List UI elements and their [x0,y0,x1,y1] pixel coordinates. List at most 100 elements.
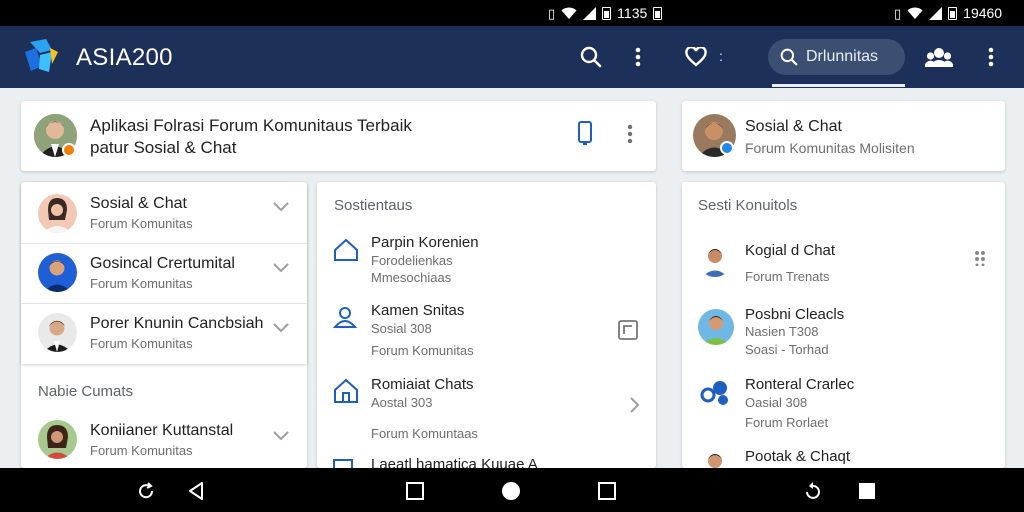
list-item[interactable]: Koniianer Kuttanstal Forum Komunitas [21,414,307,468]
home-icon [333,459,353,468]
search-pill-icon [780,48,798,66]
list-item-line3: Mmesochiaas [371,270,452,285]
profile-title: Sosial & Chat [745,118,842,135]
refresh-icon [139,482,154,499]
profile-subtitle: Forum Komunitas Molisiten [745,140,915,156]
chevron-down-icon[interactable] [273,263,289,273]
list-item-subtitle: Forum Komunitas [90,276,193,291]
status-badge [62,143,76,157]
home-circle-icon [502,482,520,500]
avatar [698,448,732,468]
rotate-button[interactable] [802,480,824,502]
search-field[interactable]: Drlunnitas [768,39,905,75]
list-item-line3: Soasi - Torhad [745,342,829,357]
list-item[interactable]: Pootak & Chaqt [682,446,1005,468]
list-item-subtitle: Forum Komunitas [90,216,193,231]
section-heading: Nabie Cumats [38,383,134,400]
recents-button[interactable] [596,480,618,502]
status-badge [720,141,734,155]
vibrate-icon-right: ▯ [894,5,902,21]
favorites-button[interactable] [683,43,709,71]
expand-square-icon[interactable] [618,320,638,340]
search-icon [580,46,602,68]
list-item[interactable]: Kogial d Chat Forum Trenats [682,237,1005,293]
home-icon [334,378,358,403]
avatar [38,313,77,352]
phone-icon[interactable] [577,120,593,146]
battery-icon-2 [653,6,663,20]
heart-suffix: : [719,48,723,64]
group-chat-icon [700,381,728,405]
more-vert-icon-header[interactable] [627,124,633,144]
list-item-title: Porer Knunin Cancbsiah [90,315,264,332]
right-list-card: Sesti Konuitols Kogial d Chat Forum Tren… [682,182,1005,468]
app-title: ASIA200 [76,44,173,71]
refresh-button[interactable] [135,480,157,502]
list-item-title: Gosincal Crertumital [90,255,235,272]
status-bar: ▯ 1135 ▯ 19460 [0,0,1024,26]
wifi-icon-right [907,7,923,19]
list-item-line2: Sosial 308 [371,321,432,336]
list-item[interactable]: Sosial & Chat Forum Komunitas [21,182,307,242]
square-icon [406,482,424,500]
signal-icon-right [929,6,943,20]
list-item[interactable]: Porer Knunin Cancbsiah Forum Komunitas [21,304,307,362]
list-item-title: Kamen Snitas [371,302,465,319]
list-item-line2: Forodelienkas [371,253,453,268]
search-field-label: Drlunnitas [806,48,879,65]
overflow-menu-button-2[interactable] [978,43,1004,71]
list-item-line3: Forum Komuntaas [371,426,478,441]
status-group-left: ▯ 1135 [548,0,663,26]
chevron-down-icon[interactable] [273,202,289,212]
chevron-down-icon[interactable] [273,431,289,441]
list-item-line3: Forum Rorlaet [745,415,829,430]
wifi-icon [561,7,577,19]
status-time-left: 1135 [617,5,648,21]
list-item[interactable]: Ronteral Crarlec Oasial 308 Forum Rorlae… [682,375,1005,435]
group-icon [925,48,953,67]
section-heading: Sesti Konuitols [698,197,798,214]
list-item-title: Romiaiat Chats [371,376,474,393]
search-button[interactable] [578,43,604,71]
back-button[interactable] [185,480,207,502]
battery-icon-right [948,6,958,20]
list-item[interactable]: Posbni Cleacls Nasien T308 Soasi - Torha… [682,303,1005,363]
user-icon [333,307,357,328]
status-time-right: 19460 [963,5,1003,21]
list-item-title: Laeatl hamatica Kuuae A [371,458,538,468]
battery-icon [602,6,612,20]
back-icon [189,482,203,500]
navigation-bar [0,468,1024,512]
list-item-line2: Nasien T308 [745,324,819,339]
overflow-menu-button[interactable] [625,43,651,71]
list-item-line3: Forum Komunitas [371,343,474,358]
stop-button[interactable] [856,480,878,502]
left-list-card: Sosial & Chat Forum Komunitas Gosincal C… [21,182,307,468]
search-tab-indicator [772,84,905,87]
header-card[interactable]: Aplikasi Folrasi Forum Komunitaus Terbai… [21,101,656,171]
overview-button[interactable] [404,480,426,502]
groups-button[interactable] [924,43,954,71]
home-button[interactable] [500,480,522,502]
list-item-title: Ronteral Crarlec [745,376,855,393]
list-item[interactable]: Parpin Korenien Forodelienkas Mmesochiaa… [317,229,656,289]
chevron-down-icon[interactable] [273,323,289,333]
profile-card[interactable]: Sosial & Chat Forum Komunitas Molisiten [682,101,1005,171]
chevron-right-icon[interactable] [630,397,640,413]
more-vert-icon [635,47,641,67]
status-group-right: ▯ 19460 [894,0,1002,26]
list-item-title: Pootak & Chaqt [745,448,851,465]
list-item-line2: Oasial 308 [745,395,808,410]
list-item[interactable]: Gosincal Crertumital Forum Komunitas [21,244,307,302]
avatar [38,253,77,292]
list-item-line2: Aostal 303 [371,395,433,410]
stop-icon [859,483,875,499]
app-logo-icon[interactable] [22,38,62,76]
rotate-icon [806,482,820,499]
home-icon [334,238,358,261]
list-item-subtitle: Forum Komunitas [90,336,193,351]
list-item-title: Kogial d Chat [745,242,836,259]
list-item-partial[interactable]: Laeatl hamatica Kuuae A [317,458,656,468]
list-item[interactable]: Kamen Snitas Sosial 308 Forum Komunitas [317,297,656,363]
list-item[interactable]: Romiaiat Chats Aostal 303 Forum Komuntaa… [317,373,656,443]
